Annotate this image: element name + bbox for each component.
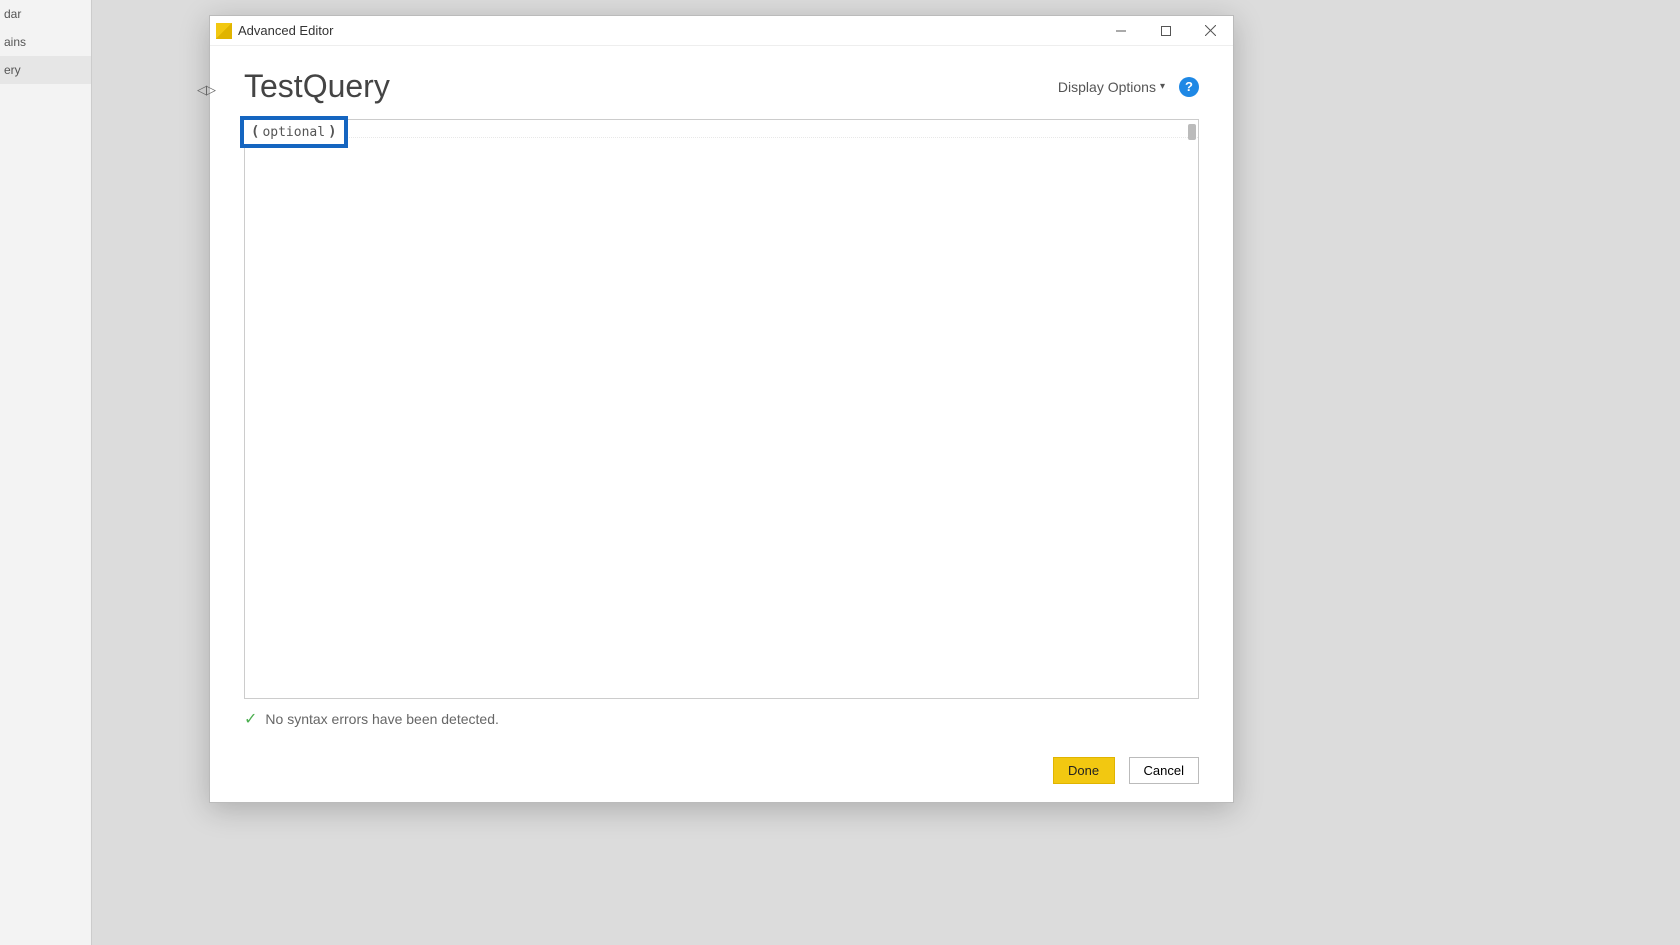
query-name-title: TestQuery bbox=[244, 68, 390, 105]
status-bar: ✓ No syntax errors have been detected. bbox=[244, 709, 1199, 729]
maximize-icon bbox=[1161, 26, 1171, 36]
code-token: optional bbox=[262, 125, 325, 140]
window-title: Advanced Editor bbox=[238, 23, 333, 38]
resize-handle-icon[interactable]: ◁▷ bbox=[197, 82, 215, 98]
queries-sidebar: dar ains ery bbox=[0, 0, 92, 945]
done-button[interactable]: Done bbox=[1053, 757, 1115, 784]
close-button[interactable] bbox=[1188, 16, 1233, 46]
close-icon bbox=[1205, 25, 1216, 36]
advanced-editor-dialog: ◁▷ Advanced Editor TestQuery Display Opt… bbox=[209, 15, 1234, 803]
dialog-footer: Done Cancel bbox=[1053, 757, 1199, 784]
check-icon: ✓ bbox=[244, 709, 257, 729]
minimize-icon bbox=[1116, 26, 1126, 36]
scrollbar-thumb[interactable] bbox=[1188, 124, 1196, 140]
annotation-highlight: ( optional ) bbox=[240, 116, 348, 148]
editor-line bbox=[245, 120, 1198, 138]
help-icon[interactable]: ? bbox=[1179, 77, 1199, 97]
app-logo-icon bbox=[216, 23, 232, 39]
display-options-label: Display Options bbox=[1058, 79, 1156, 95]
open-paren-icon: ( bbox=[251, 124, 259, 140]
sidebar-item[interactable]: dar bbox=[0, 0, 91, 28]
minimize-button[interactable] bbox=[1098, 16, 1143, 46]
titlebar[interactable]: Advanced Editor bbox=[210, 16, 1233, 46]
sidebar-item[interactable]: ains bbox=[0, 28, 91, 56]
maximize-button[interactable] bbox=[1143, 16, 1188, 46]
close-paren-icon: ) bbox=[328, 124, 336, 140]
chevron-down-icon: ▾ bbox=[1160, 81, 1165, 92]
sidebar-item-selected[interactable]: ery bbox=[0, 56, 91, 84]
cancel-button[interactable]: Cancel bbox=[1129, 757, 1199, 784]
header-row: TestQuery Display Options ▾ ? bbox=[210, 46, 1233, 115]
code-editor[interactable]: ( optional ) bbox=[244, 119, 1199, 699]
status-text: No syntax errors have been detected. bbox=[265, 711, 498, 727]
display-options-dropdown[interactable]: Display Options ▾ bbox=[1058, 79, 1165, 95]
